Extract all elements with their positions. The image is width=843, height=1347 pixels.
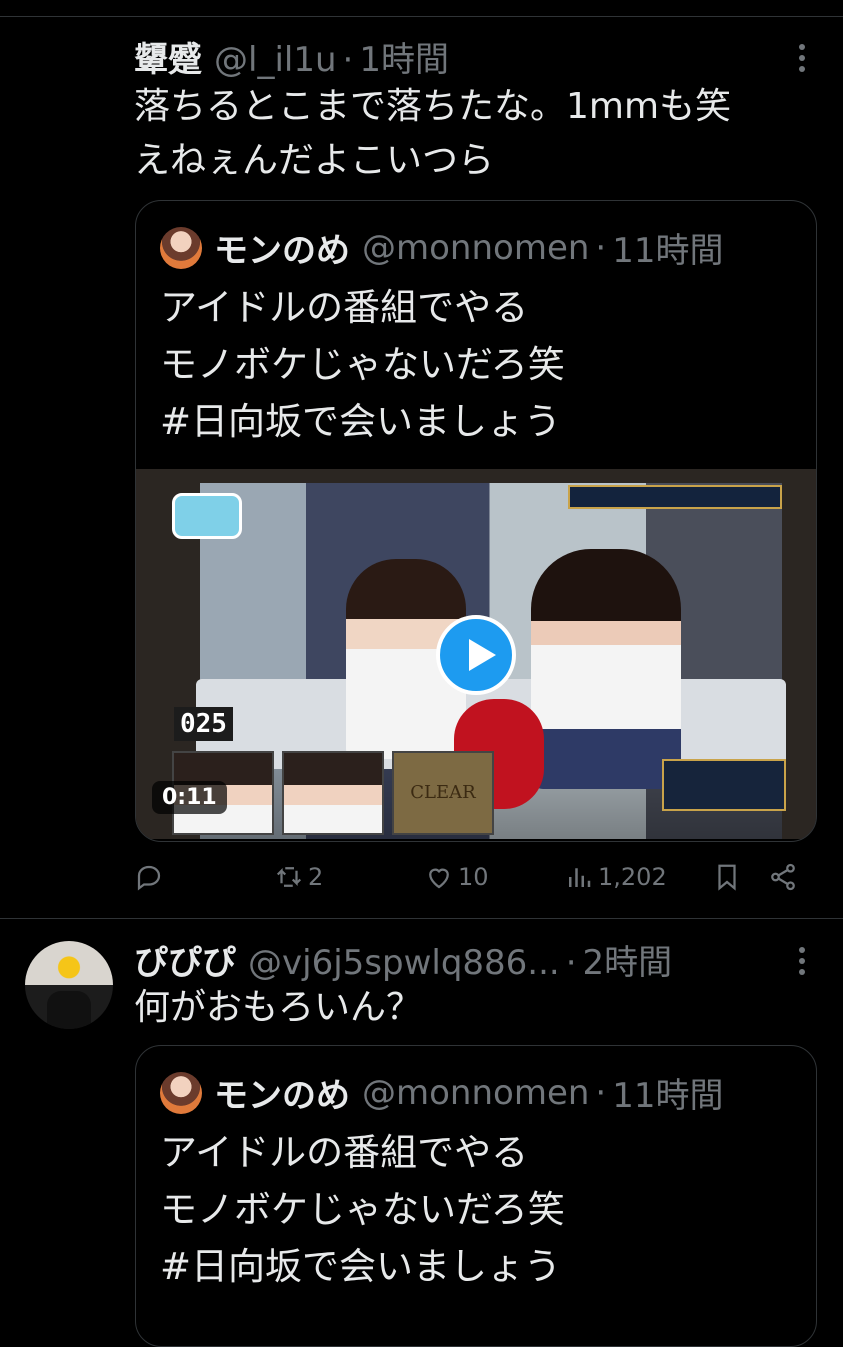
video-player[interactable]: 025 CLEAR 0:11 <box>136 469 816 839</box>
quote-line1: アイドルの番組でやる <box>160 286 529 329</box>
like-count: 10 <box>458 863 489 891</box>
quote-line2: モノボケじゃないだろ笑 <box>160 343 565 386</box>
quote-avatar[interactable] <box>160 1071 202 1114</box>
tweet-header: ぴぴぴ @vj6j5spwlq886... · 2時間 <box>134 935 672 984</box>
bookmark-button[interactable] <box>712 862 742 892</box>
more-icon[interactable] <box>799 44 807 72</box>
video-counter: 025 <box>174 707 233 741</box>
retweet-count: 2 <box>308 863 324 891</box>
action-bar: 2 10 1,202 <box>134 862 814 898</box>
tweet-2[interactable]: ぴぴぴ @vj6j5spwlq886... · 2時間 何がおもろいん？ モンの… <box>0 918 843 1347</box>
video-banner <box>568 485 782 509</box>
more-icon[interactable] <box>799 947 807 975</box>
user-avatar[interactable] <box>25 941 113 1029</box>
author-name[interactable]: 顰蹙 <box>134 32 202 81</box>
quote-line2: モノボケじゃないだろ笑 <box>160 1188 565 1231</box>
author-handle[interactable]: @vj6j5spwlq886... <box>248 943 560 983</box>
reply-icon <box>137 865 161 891</box>
timestamp[interactable]: 1時間 <box>359 32 449 81</box>
tweet-text: 何がおもろいん？ <box>134 987 423 1028</box>
quoted-tweet[interactable]: モンのめ @monnomen · 11時間 アイドルの番組でやる モノボケじゃな… <box>135 1045 817 1347</box>
tweet-text: 落ちるとこまで落ちたな。1mmも笑 えねぇんだよこいつら <box>134 80 814 188</box>
quote-text: アイドルの番組でやる モノボケじゃないだろ笑 #日向坂で会いましょう <box>160 279 800 450</box>
share-button[interactable] <box>768 862 798 892</box>
tweet-1[interactable]: 顰蹙 @l_il1u · 1時間 落ちるとこまで落ちたな。1mmも笑 えねぇんだ… <box>0 0 843 918</box>
thumbnail-2 <box>282 751 384 835</box>
retweet-button[interactable]: 2 <box>274 862 323 892</box>
play-icon[interactable] <box>436 615 516 695</box>
view-count: 1,202 <box>598 863 667 891</box>
quote-hashtag[interactable]: #日向坂で会いましょう <box>160 1238 800 1295</box>
author-handle[interactable]: @l_il1u <box>214 40 337 80</box>
tweet-header: 顰蹙 @l_il1u · 1時間 <box>134 32 449 81</box>
bookmark-icon <box>718 864 736 891</box>
author-name[interactable]: ぴぴぴ <box>134 935 236 984</box>
separator: · <box>595 1072 607 1113</box>
video-duration: 0:11 <box>152 781 227 814</box>
like-button[interactable]: 10 <box>424 862 489 892</box>
separator: · <box>595 227 607 268</box>
quote-author-name: モンのめ <box>214 1076 350 1116</box>
show-logo <box>172 493 242 539</box>
retweet-icon <box>276 867 302 887</box>
quote-timestamp: 11時間 <box>612 231 724 271</box>
quote-line1: アイドルの番組でやる <box>160 1131 529 1174</box>
quote-text: アイドルの番組でやる モノボケじゃないだろ笑 #日向坂で会いましょう <box>160 1124 800 1295</box>
quote-author-handle: @monnomen <box>362 227 590 268</box>
quote-author-handle: @monnomen <box>362 1072 590 1113</box>
reply-button[interactable] <box>134 862 168 892</box>
timestamp[interactable]: 2時間 <box>583 935 673 984</box>
video-person-2 <box>531 549 681 789</box>
separator: · <box>342 40 354 80</box>
stone-frame-top <box>136 469 816 483</box>
views-icon <box>569 868 591 887</box>
tweet-text-line1: 落ちるとこまで落ちたな。1mmも笑 <box>134 86 732 127</box>
share-icon <box>771 863 795 891</box>
stone-frame-right <box>782 469 816 839</box>
tweet-text-line2: えねぇんだよこいつら <box>134 140 495 181</box>
quote-header: モンのめ @monnomen · 11時間 <box>160 223 724 272</box>
quote-timestamp: 11時間 <box>612 1076 724 1116</box>
like-icon <box>429 868 449 889</box>
quote-author-name: モンのめ <box>214 231 350 271</box>
thumbnail-clear: CLEAR <box>392 751 494 835</box>
views-button[interactable]: 1,202 <box>564 862 667 892</box>
video-sign <box>662 759 786 811</box>
quote-hashtag[interactable]: #日向坂で会いましょう <box>160 393 800 450</box>
quote-avatar[interactable] <box>160 226 202 269</box>
separator: · <box>565 943 577 983</box>
quoted-tweet[interactable]: モンのめ @monnomen · 11時間 アイドルの番組でやる モノボケじゃな… <box>135 200 817 842</box>
quote-header: モンのめ @monnomen · 11時間 <box>160 1068 724 1117</box>
